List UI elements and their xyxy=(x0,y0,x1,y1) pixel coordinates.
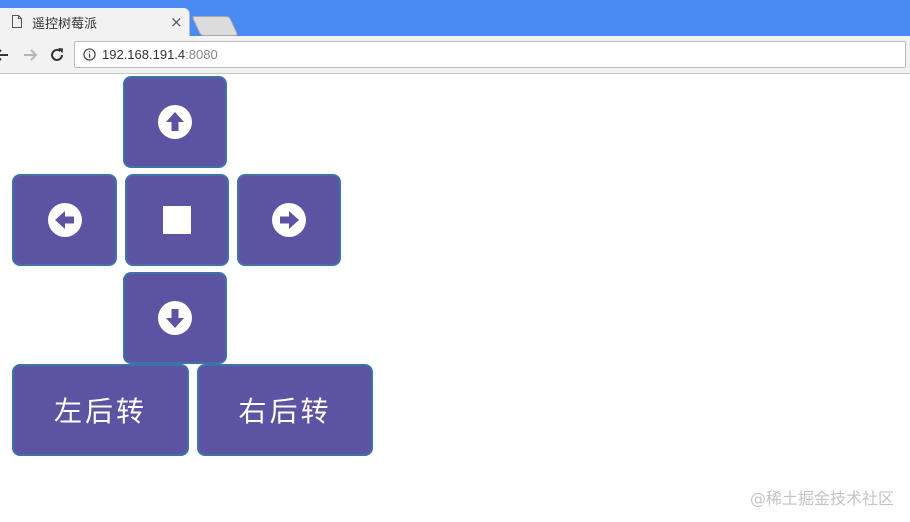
turn-right-button[interactable] xyxy=(237,174,341,266)
left-back-turn-button[interactable]: 左后转 xyxy=(12,364,189,456)
right-back-turn-button[interactable]: 右后转 xyxy=(197,364,373,456)
page-icon xyxy=(12,15,22,28)
browser-tab[interactable]: 遥控树莓派 × xyxy=(0,8,190,36)
arrow-up-circle-icon xyxy=(158,105,192,139)
reload-icon[interactable] xyxy=(47,45,67,65)
window-top-strip xyxy=(0,0,910,8)
forward-arrow-icon[interactable] xyxy=(20,45,40,65)
arrow-down-circle-icon xyxy=(158,301,192,335)
info-icon[interactable] xyxy=(83,48,96,61)
left-back-turn-label: 左后转 xyxy=(53,395,147,428)
stop-button[interactable] xyxy=(125,174,229,266)
address-port: :8080 xyxy=(185,47,218,62)
forward-button[interactable] xyxy=(123,76,227,168)
arrow-right-circle-icon xyxy=(272,203,306,237)
address-host: 192.168.191.4 xyxy=(102,47,186,62)
tab-title: 遥控树莓派 xyxy=(32,17,98,32)
back-arrow-icon[interactable] xyxy=(0,45,14,65)
stop-square-icon xyxy=(163,206,191,234)
browser-toolbar: 192.168.191.4:8080 xyxy=(0,36,910,74)
backward-button[interactable] xyxy=(123,272,227,364)
close-tab-icon[interactable]: × xyxy=(170,13,183,31)
address-bar[interactable]: 192.168.191.4:8080 xyxy=(74,41,906,68)
address-url: 192.168.191.4:8080 xyxy=(102,47,218,62)
new-tab-button[interactable] xyxy=(191,16,239,36)
right-back-turn-label: 右后转 xyxy=(238,395,332,428)
turn-left-button[interactable] xyxy=(12,174,117,266)
tab-strip: 遥控树莓派 × xyxy=(0,8,910,36)
watermark: @稀土掘金技术社区 xyxy=(749,489,894,508)
arrow-left-circle-icon xyxy=(47,203,82,237)
